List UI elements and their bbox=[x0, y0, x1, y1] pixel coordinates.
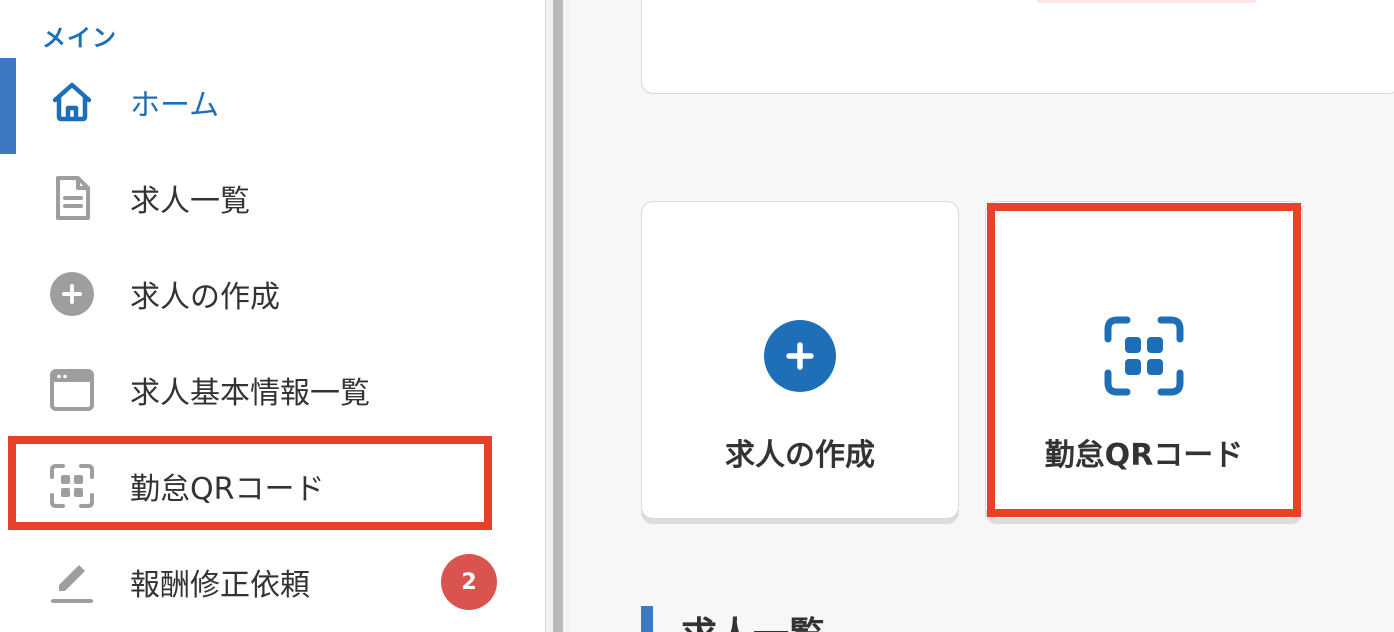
tile-label: 勤怠QRコード bbox=[1044, 438, 1244, 473]
app-root: メイン ホーム 求人一覧 求人の作成 求人基本情報一覧 勤怠QRコード 報酬修正… bbox=[0, 0, 1394, 632]
notification-badge: 2 bbox=[441, 554, 497, 610]
sidebar-item-attendance-qr[interactable]: 勤怠QRコード bbox=[0, 438, 545, 534]
sidebar-item-compensation-request[interactable]: 報酬修正依頼 2 bbox=[0, 534, 545, 630]
sidebar-item-label: 勤怠QRコード bbox=[130, 472, 325, 507]
sidebar-section-label: メイン bbox=[42, 24, 117, 52]
sidebar-item-label: 求人一覧 bbox=[130, 184, 250, 219]
sidebar-divider[interactable] bbox=[545, 0, 571, 632]
tile-attendance-qr[interactable]: 勤怠QRコード bbox=[985, 201, 1303, 519]
summary-card bbox=[641, 0, 1394, 94]
active-indicator bbox=[0, 58, 16, 154]
sidebar-item-job-list[interactable]: 求人一覧 bbox=[0, 150, 545, 246]
heading-accent-bar bbox=[641, 606, 653, 632]
sidebar-item-home[interactable]: ホーム bbox=[0, 54, 545, 154]
sidebar-item-label: 求人の作成 bbox=[130, 280, 280, 315]
main-content: 求人の作成 勤怠QRコード 求人一覧 bbox=[571, 0, 1394, 632]
document-icon bbox=[48, 174, 96, 222]
qr-scan-icon bbox=[1102, 314, 1186, 398]
sidebar-item-label: 報酬修正依頼 bbox=[130, 568, 310, 603]
sidebar-item-label: ホーム bbox=[130, 88, 220, 123]
plus-circle-icon bbox=[758, 314, 842, 398]
sidebar-item-job-basic-info[interactable]: 求人基本情報一覧 bbox=[0, 342, 545, 438]
pencil-icon bbox=[48, 558, 96, 606]
sidebar-item-label: 求人基本情報一覧 bbox=[130, 376, 370, 411]
section-heading-text: 求人一覧 bbox=[681, 615, 825, 632]
window-icon bbox=[48, 366, 96, 414]
tile-create-job[interactable]: 求人の作成 bbox=[641, 201, 959, 519]
card-accent-bar bbox=[1037, 0, 1257, 3]
tile-label: 求人の作成 bbox=[725, 438, 875, 473]
sidebar: メイン ホーム 求人一覧 求人の作成 求人基本情報一覧 勤怠QRコード 報酬修正… bbox=[0, 0, 545, 632]
home-icon bbox=[48, 78, 96, 126]
plus-circle-icon bbox=[48, 270, 96, 318]
section-heading: 求人一覧 bbox=[641, 606, 825, 632]
qr-scan-icon bbox=[48, 462, 96, 510]
scrollbar-thumb[interactable] bbox=[553, 0, 563, 632]
sidebar-item-create-job[interactable]: 求人の作成 bbox=[0, 246, 545, 342]
